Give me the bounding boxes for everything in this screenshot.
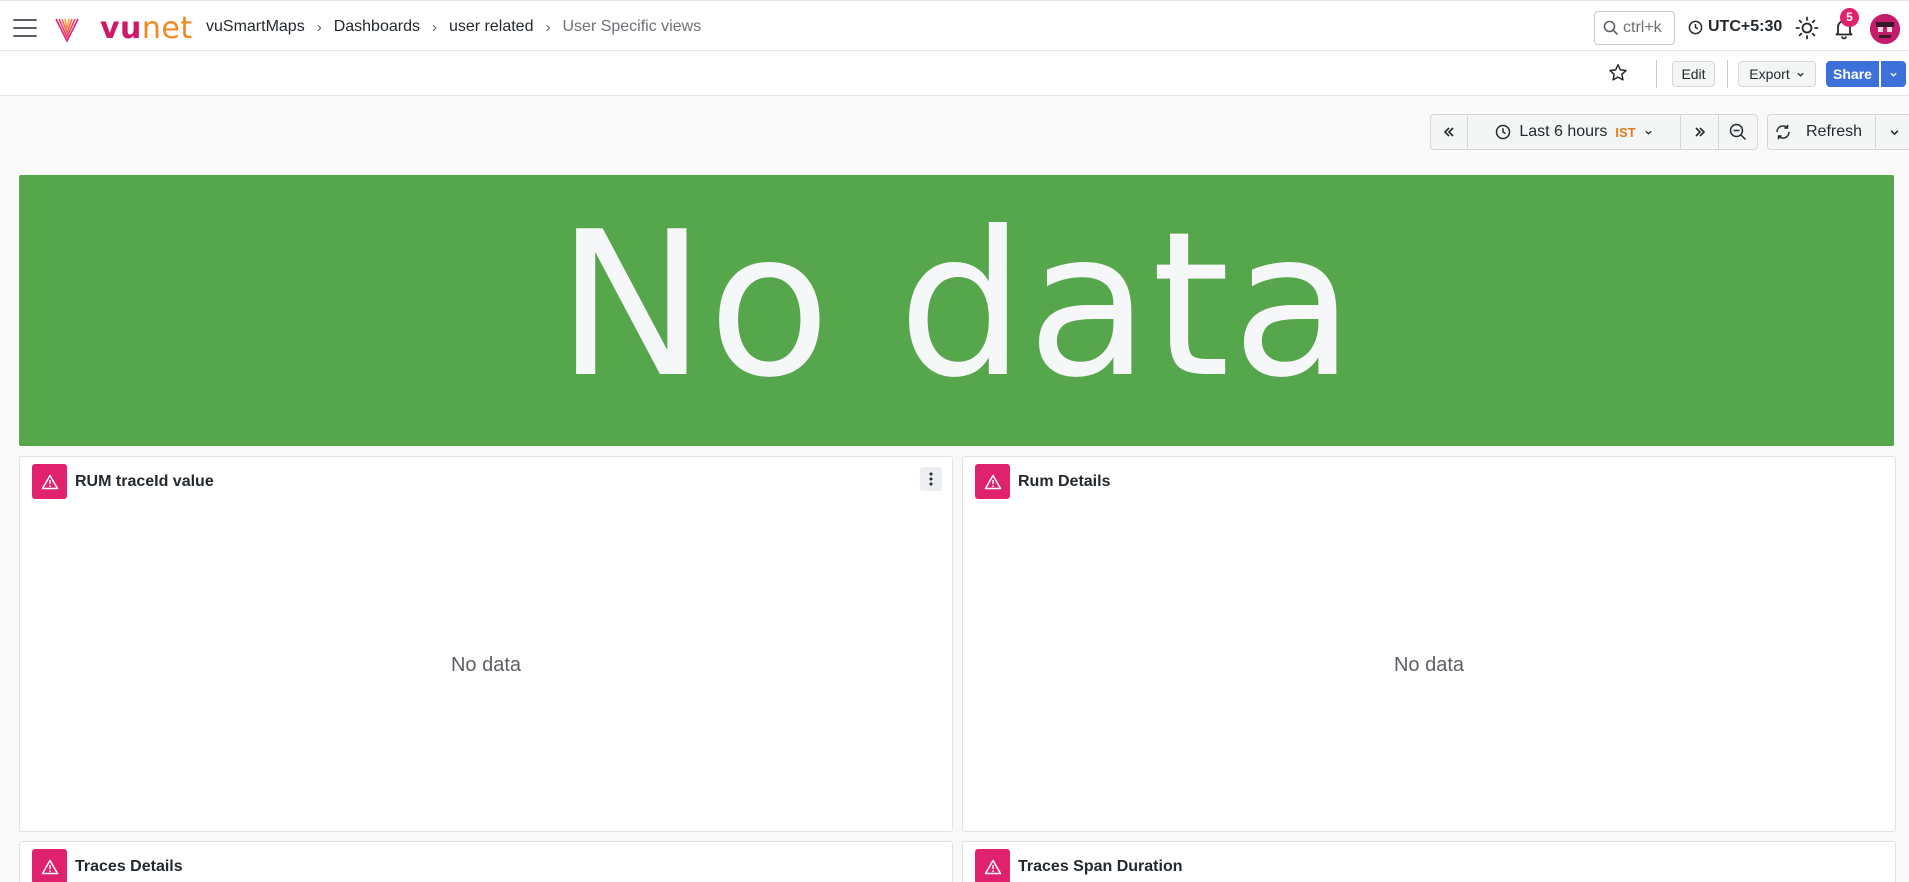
breadcrumb: vuSmartMaps › Dashboards › user related … bbox=[206, 18, 701, 36]
top-nav-bar: vunet vuSmartMaps › Dashboards › user re… bbox=[0, 0, 1909, 51]
warning-triangle-icon bbox=[41, 474, 58, 489]
refresh-button[interactable]: Refresh bbox=[1768, 115, 1876, 149]
time-controls: Last 6 hours IST Refresh bbox=[1430, 114, 1909, 150]
breadcrumb-current-page: User Specific views bbox=[562, 18, 702, 35]
panel-header: Rum Details bbox=[975, 464, 1110, 499]
chevron-down-icon bbox=[1797, 72, 1804, 77]
search-shortcut-hint: ctrl+k bbox=[1623, 19, 1662, 36]
dashboard-toolbar: Edit Export Share bbox=[0, 51, 1909, 96]
time-shift-forward-button[interactable] bbox=[1681, 115, 1719, 149]
panel-rum-details[interactable]: Rum Details No data bbox=[962, 456, 1896, 832]
timezone-label: UTC+5:30 bbox=[1708, 18, 1783, 35]
panel-traces-span-duration[interactable]: Traces Span Duration bbox=[962, 841, 1896, 882]
time-range-group: Last 6 hours IST bbox=[1430, 114, 1758, 150]
search-icon bbox=[1603, 20, 1619, 36]
panel-header: Traces Details bbox=[32, 849, 183, 882]
logo-text-vu: vu bbox=[100, 11, 142, 46]
timezone-badge: IST bbox=[1615, 124, 1636, 140]
panel-title: Traces Details bbox=[75, 857, 183, 875]
panel-rum-traceid-value[interactable]: RUM traceId value No data bbox=[19, 456, 953, 832]
stat-value: No data bbox=[556, 188, 1357, 422]
refresh-group: Refresh bbox=[1767, 114, 1909, 150]
logo-text-net: net bbox=[141, 11, 193, 46]
favorite-star-icon[interactable] bbox=[1607, 62, 1629, 84]
breadcrumb-separator: › bbox=[431, 18, 437, 36]
panel-title: Traces Span Duration bbox=[1018, 857, 1183, 875]
search-input[interactable]: ctrl+k bbox=[1594, 11, 1675, 45]
breadcrumb-vusmartmaps[interactable]: vuSmartMaps bbox=[206, 18, 305, 36]
vunet-logo-icon bbox=[55, 18, 79, 43]
edit-button[interactable]: Edit bbox=[1672, 61, 1715, 87]
time-shift-back-button[interactable] bbox=[1431, 115, 1468, 149]
theme-toggle-icon[interactable] bbox=[1795, 16, 1819, 40]
share-options-button[interactable] bbox=[1881, 61, 1906, 87]
refresh-icon bbox=[1776, 124, 1790, 140]
timezone-display[interactable]: UTC+5:30 bbox=[1688, 18, 1782, 36]
panel-error-indicator[interactable] bbox=[975, 464, 1010, 499]
breadcrumb-separator: › bbox=[545, 18, 551, 36]
panel-traces-details[interactable]: Traces Details bbox=[19, 841, 953, 882]
stat-panel[interactable]: No data bbox=[19, 175, 1894, 446]
time-range-label: Last 6 hours bbox=[1519, 123, 1608, 140]
panel-error-indicator[interactable] bbox=[975, 849, 1010, 882]
menu-icon[interactable] bbox=[13, 19, 37, 37]
panel-header: Traces Span Duration bbox=[975, 849, 1183, 882]
more-vertical-icon bbox=[929, 472, 933, 486]
breadcrumb-separator: › bbox=[316, 18, 322, 36]
panel-error-indicator[interactable] bbox=[32, 849, 67, 882]
export-button-label: Export bbox=[1749, 66, 1790, 82]
toolbar-divider bbox=[1656, 60, 1657, 88]
panel-header: RUM traceId value bbox=[32, 464, 214, 499]
notification-count-badge: 5 bbox=[1840, 8, 1859, 27]
breadcrumb-dashboards[interactable]: Dashboards bbox=[334, 18, 420, 36]
chevron-down-icon bbox=[1644, 130, 1652, 135]
time-controls-gap bbox=[1758, 114, 1767, 150]
export-button[interactable]: Export bbox=[1738, 61, 1816, 87]
warning-triangle-icon bbox=[984, 859, 1001, 874]
clock-icon bbox=[1496, 124, 1511, 140]
panel-title: RUM traceId value bbox=[75, 472, 214, 490]
time-range-picker[interactable]: Last 6 hours IST bbox=[1468, 115, 1681, 149]
chevron-down-icon bbox=[1890, 72, 1897, 77]
warning-triangle-icon bbox=[41, 859, 58, 874]
vunet-logo[interactable]: vunet bbox=[100, 11, 193, 46]
panel-menu-button[interactable] bbox=[920, 467, 942, 491]
warning-triangle-icon bbox=[984, 474, 1001, 489]
zoom-out-button[interactable] bbox=[1719, 115, 1757, 149]
chevrons-right-icon bbox=[1694, 127, 1705, 137]
chevron-down-icon bbox=[1890, 129, 1899, 135]
refresh-interval-dropdown[interactable] bbox=[1876, 115, 1909, 149]
avatar-icon bbox=[1870, 14, 1900, 44]
refresh-label: Refresh bbox=[1806, 123, 1863, 140]
panel-error-indicator[interactable] bbox=[32, 464, 67, 499]
user-avatar[interactable] bbox=[1870, 14, 1900, 44]
panel-title: Rum Details bbox=[1018, 472, 1111, 490]
toolbar-divider bbox=[1727, 60, 1728, 88]
no-data-message: No data bbox=[1393, 654, 1465, 676]
chevrons-left-icon bbox=[1443, 127, 1454, 137]
share-button[interactable]: Share bbox=[1826, 61, 1879, 87]
breadcrumb-user-related[interactable]: user related bbox=[449, 18, 534, 36]
no-data-message: No data bbox=[450, 654, 522, 676]
clock-icon bbox=[1688, 20, 1703, 34]
zoom-out-icon bbox=[1729, 123, 1747, 141]
